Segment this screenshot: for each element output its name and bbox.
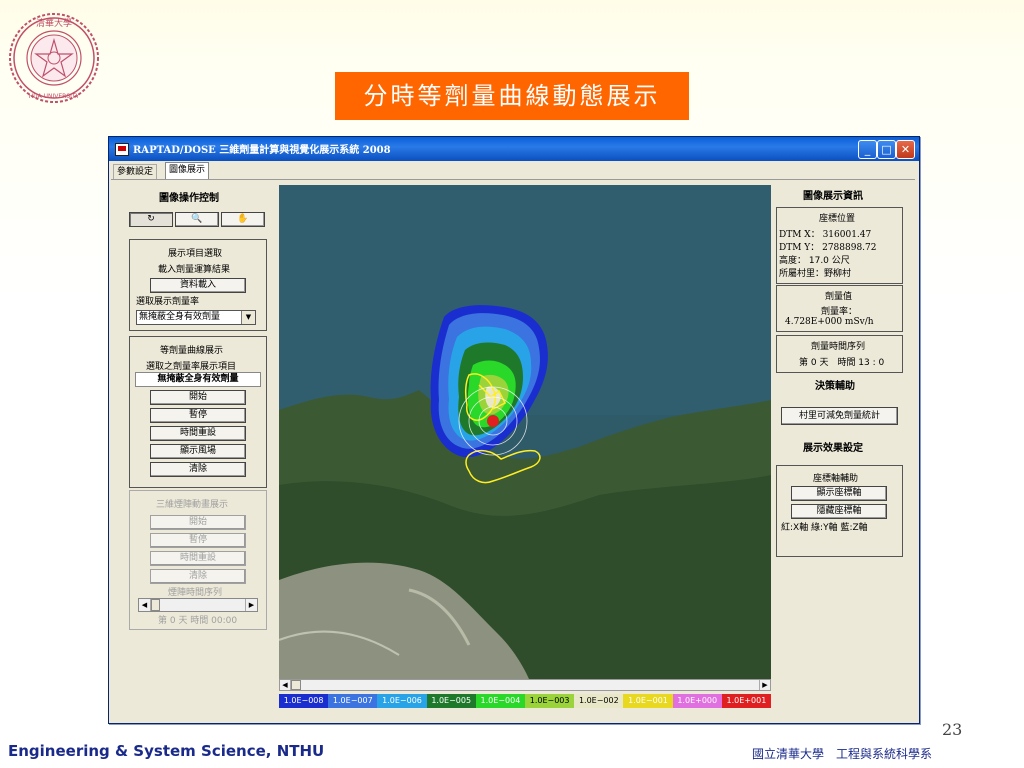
window-titlebar[interactable]: RAPTAD/DOSE 三維劑量計算與視覺化展示系統 2008 _ □ ✕ [109, 137, 919, 161]
legend-item: 1.0E−004 [475, 694, 526, 708]
contour-display-group: 等劑量曲線展示 選取之劑量率展示項目 無掩蔽全身有效劑量 開始 暫停 時間重設 … [129, 336, 267, 488]
selected-item-label: 選取之劑量率展示項目 [146, 362, 237, 372]
decision-support-header: 決策輔助 [815, 381, 855, 392]
rotate-icon[interactable]: ↻ [129, 212, 173, 227]
plume-time-text: 第 0 天 時間 00:00 [158, 616, 238, 626]
plume-start-button[interactable]: 開始 [150, 515, 246, 530]
load-data-button[interactable]: 資料載入 [150, 278, 246, 293]
plume-time-reset-button[interactable]: 時間重設 [150, 551, 246, 566]
dose-value-title: 劑量值 [825, 292, 853, 302]
university-seal-logo: 清華大學 HUA UNIVERSITY [9, 13, 99, 103]
time-series-box: 劑量時間序列 第 0 天 時間 13 : 0 [776, 335, 903, 373]
legend-item: 1.0E−005 [426, 694, 476, 708]
axis-helper-title: 座標軸輔助 [813, 474, 859, 484]
legend-item: 1.0E−001 [623, 694, 673, 708]
slide-title: 分時等劑量曲線動態展示 [335, 72, 689, 120]
plume-group-title: 三維煙陣動畫展示 [156, 500, 229, 510]
zoom-icon[interactable]: 🔍 [175, 212, 219, 227]
contour-clear-button[interactable]: 清除 [150, 462, 246, 477]
plume-pause-button[interactable]: 暫停 [150, 533, 246, 548]
plume-timeline-label: 煙陣時間序列 [168, 588, 223, 598]
svg-text:HUA UNIVERSITY: HUA UNIVERSITY [29, 93, 80, 100]
scroll-left-arrow-icon[interactable]: ◀ [280, 680, 291, 690]
map-horizontal-scrollbar[interactable]: ◀ ▶ [279, 679, 771, 691]
app-window: RAPTAD/DOSE 三維劑量計算與視覺化展示系統 2008 _ □ ✕ 參數… [108, 136, 920, 724]
coordinate-box: 座標位置 DTM X： 316001.47 DTM Y： 2788898.72 … [776, 207, 903, 284]
app-icon [115, 143, 129, 156]
maximize-button[interactable]: □ [877, 140, 896, 159]
footer-right: 國立清華大學 工程與系統科學系 [752, 747, 933, 761]
contour-start-button[interactable]: 開始 [150, 390, 246, 405]
select-rate-label: 選取展示劑量率 [136, 297, 200, 307]
village-value: 所屬村里：野柳村 [779, 269, 852, 279]
window-title: RAPTAD/DOSE 三維劑量計算與視覺化展示系統 2008 [133, 145, 391, 156]
page-number: 23 [942, 720, 963, 739]
axis-color-legend: 紅:X軸 綠:Y軸 藍:Z軸 [781, 523, 868, 533]
show-wind-field-button[interactable]: 顯示風場 [150, 444, 246, 459]
slider-thumb[interactable] [151, 599, 160, 611]
chevron-down-icon[interactable]: ▼ [241, 311, 255, 324]
legend-item: 1.0E−002 [574, 694, 624, 708]
slider-left-arrow-icon[interactable]: ◀ [139, 599, 151, 611]
footer-left: Engineering & System Science, NTHU [8, 742, 325, 760]
plume-timeline-slider[interactable]: ◀ ▶ [138, 598, 258, 612]
legend-item: 1.0E+000 [672, 694, 722, 708]
show-axis-button[interactable]: 顯示座標軸 [791, 486, 887, 501]
dose-color-legend: 1.0E−008 1.0E−007 1.0E−006 1.0E−005 1.0E… [279, 694, 772, 708]
slider-right-arrow-icon[interactable]: ▶ [245, 599, 257, 611]
tool-toolbar: ↻ 🔍 ✋ [129, 212, 265, 227]
current-time-value: 第 0 天 時間 13 : 0 [799, 358, 885, 368]
display-effect-header: 展示效果設定 [803, 443, 863, 454]
plume-clear-button[interactable]: 清除 [150, 569, 246, 584]
legend-item: 1.0E−003 [525, 694, 575, 708]
dose-rate-label: 劑量率： [821, 307, 858, 317]
minimize-button[interactable]: _ [858, 140, 877, 159]
legend-item: 1.0E−008 [279, 694, 329, 708]
coordinate-title: 座標位置 [819, 214, 856, 224]
dose-rate-select-value: 無掩蔽全身有效劑量 [139, 312, 221, 322]
load-results-label: 載入劑量運算結果 [158, 265, 231, 275]
svg-text:清華大學: 清華大學 [36, 17, 72, 29]
tab-divider [111, 179, 915, 180]
pan-icon[interactable]: ✋ [221, 212, 265, 227]
legend-item: 1.0E−007 [328, 694, 378, 708]
village-dose-stats-button[interactable]: 村里可減免劑量統計 [781, 407, 898, 425]
legend-item: 1.0E+001 [721, 694, 772, 708]
close-button[interactable]: ✕ [896, 140, 915, 159]
tab-parameters[interactable]: 參數設定 [113, 164, 158, 180]
dose-value-box: 劑量值 劑量率： 4.728E+000 mSv/h [776, 285, 903, 332]
dose-rate-value: 4.728E+000 mSv/h [785, 317, 874, 327]
axis-helper-box: 座標軸輔助 顯示座標軸 隱藏座標軸 紅:X軸 綠:Y軸 藍:Z軸 [776, 465, 903, 557]
image-control-header: 圖像操作控制 [159, 193, 219, 204]
plume-animation-group: 三維煙陣動畫展示 開始 暫停 時間重設 清除 煙陣時間序列 ◀ ▶ 第 0 天 … [129, 490, 267, 630]
display-group-title: 展示項目選取 [168, 249, 223, 259]
height-value: 高度： 17.0 公尺 [779, 256, 850, 266]
scroll-thumb[interactable] [291, 680, 301, 690]
contour-group-title: 等劑量曲線展示 [160, 346, 224, 356]
time-series-title: 劑量時間序列 [811, 342, 866, 352]
image-info-header: 圖像展示資訊 [803, 191, 863, 202]
legend-item: 1.0E−006 [377, 694, 427, 708]
scroll-right-arrow-icon[interactable]: ▶ [759, 680, 770, 690]
display-selection-group: 展示項目選取 載入劑量運算結果 資料載入 選取展示劑量率 無掩蔽全身有效劑量 ▼ [129, 239, 267, 331]
dtm-x: DTM X： 316001.47 [779, 230, 872, 240]
satellite-map-view[interactable] [279, 185, 771, 679]
dose-rate-select[interactable]: 無掩蔽全身有效劑量 ▼ [136, 310, 256, 325]
dtm-y: DTM Y： 2788898.72 [779, 243, 877, 253]
contour-time-reset-button[interactable]: 時間重設 [150, 426, 246, 441]
contour-pause-button[interactable]: 暫停 [150, 408, 246, 423]
selected-item-value: 無掩蔽全身有效劑量 [135, 372, 261, 387]
tab-image-display[interactable]: 圖像展示 [165, 162, 210, 180]
hide-axis-button[interactable]: 隱藏座標軸 [791, 504, 887, 519]
